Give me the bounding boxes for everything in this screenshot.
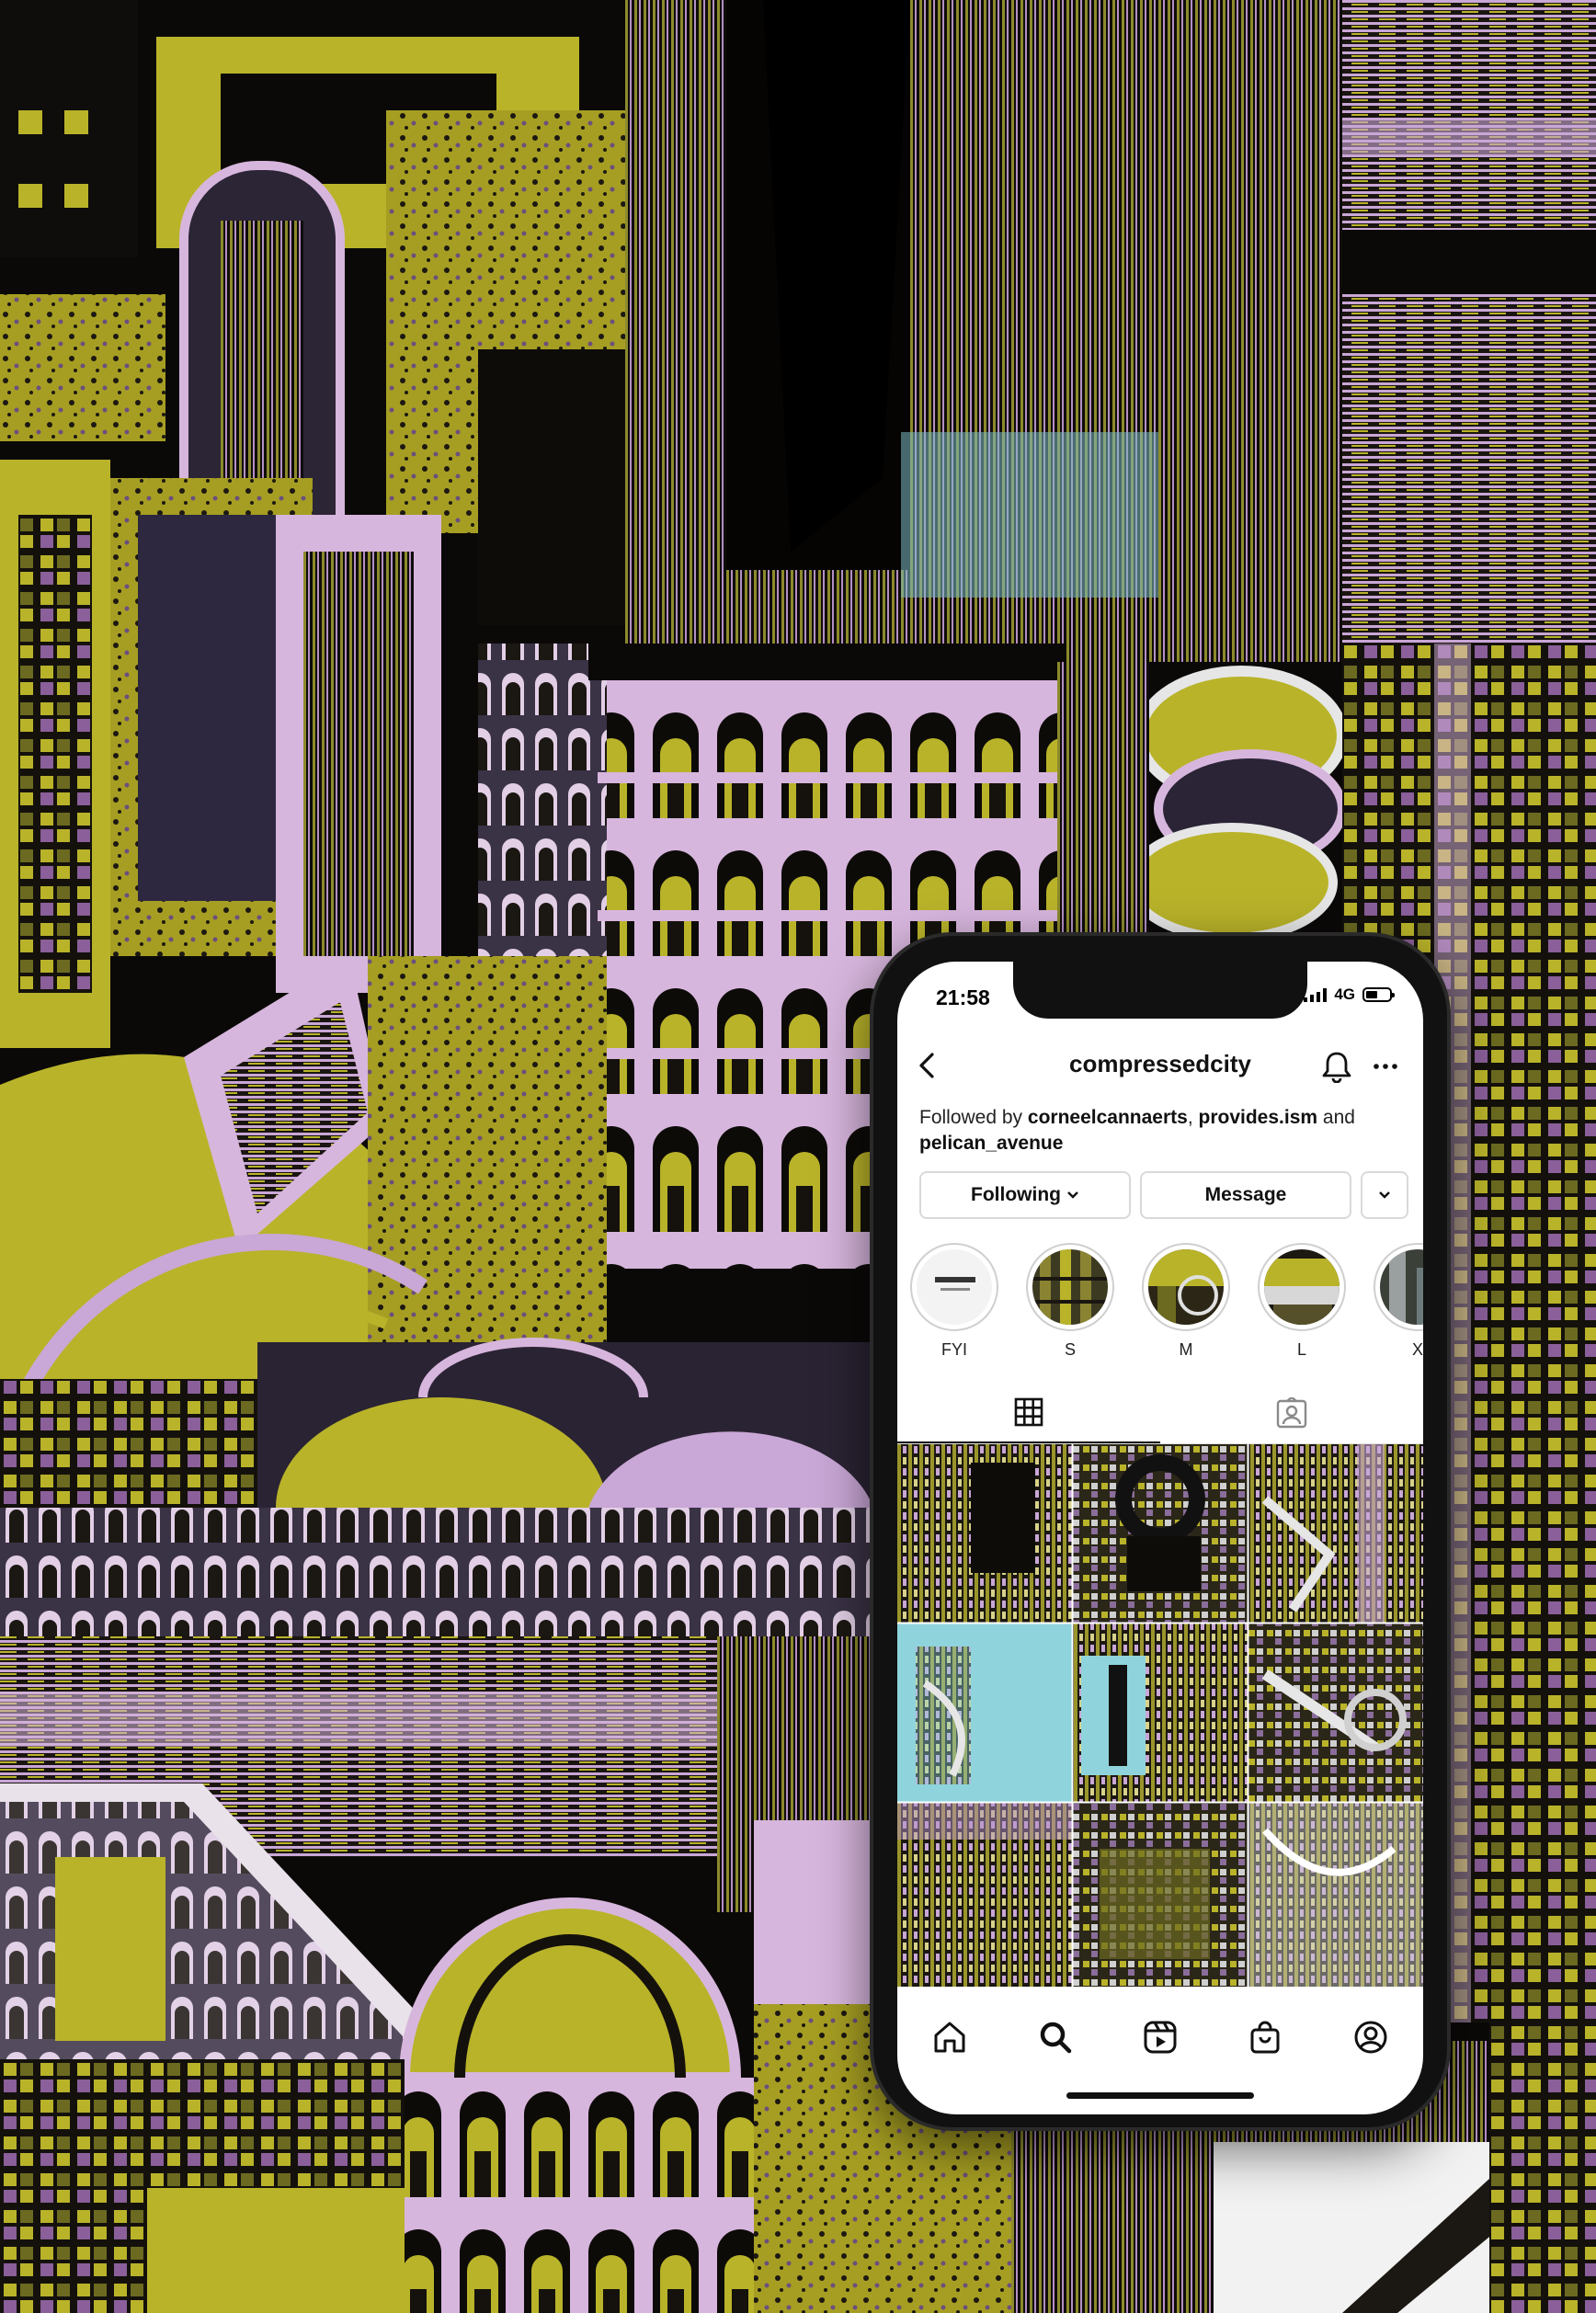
post-thumbnail[interactable] xyxy=(897,1803,1072,1987)
grid-icon xyxy=(1014,1397,1043,1427)
nav-reels[interactable] xyxy=(1133,2010,1188,2065)
post-thumbnail[interactable] xyxy=(1073,1444,1248,1623)
tab-posts-grid[interactable] xyxy=(897,1383,1160,1443)
highlight-l[interactable]: L xyxy=(1256,1243,1348,1360)
chevron-down-icon xyxy=(1067,1191,1078,1199)
signal-icon xyxy=(1304,987,1328,1002)
search-icon xyxy=(1040,2022,1071,2054)
follower-link-2[interactable]: provides.ism xyxy=(1199,1107,1318,1128)
status-indicators: 4G xyxy=(1304,986,1395,1004)
highlight-cover-image xyxy=(917,1249,992,1325)
message-button[interactable]: Message xyxy=(1140,1171,1351,1219)
profile-actions: Following Message xyxy=(919,1171,1408,1219)
followed-by-text: Followed by corneelcannaerts, provides.i… xyxy=(919,1105,1407,1156)
message-label: Message xyxy=(1204,1184,1287,1205)
highlight-label: S xyxy=(1064,1340,1076,1359)
suggested-dropdown-button[interactable] xyxy=(1361,1171,1408,1219)
nav-home[interactable] xyxy=(922,2010,977,2065)
highlight-label: M xyxy=(1179,1340,1193,1359)
chevron-down-icon xyxy=(1379,1191,1390,1199)
nav-search[interactable] xyxy=(1028,2010,1083,2065)
following-label: Following xyxy=(971,1184,1061,1205)
phone-screen: 21:58 4G compressedcity Followed by corn… xyxy=(897,962,1423,2114)
highlight-label: L xyxy=(1296,1340,1306,1359)
highlight-label: FYI xyxy=(940,1340,967,1359)
nav-profile[interactable] xyxy=(1343,2010,1398,2065)
followed-by-prefix: Followed by xyxy=(919,1107,1023,1128)
highlight-x[interactable]: X xyxy=(1372,1243,1423,1360)
home-icon xyxy=(934,2022,965,2053)
highlight-cover-image xyxy=(1032,1249,1108,1325)
highlight-cover-image xyxy=(1148,1249,1224,1325)
post-thumbnail[interactable] xyxy=(1248,1803,1423,1987)
post-thumbnail[interactable] xyxy=(1248,1624,1423,1802)
tagged-icon xyxy=(1276,1397,1307,1429)
highlight-cover-image xyxy=(1264,1249,1340,1325)
following-button[interactable]: Following xyxy=(919,1171,1131,1219)
follower-link-3[interactable]: pelican_avenue xyxy=(919,1133,1063,1154)
nav-shop[interactable] xyxy=(1237,2010,1293,2065)
home-indicator[interactable] xyxy=(1066,2092,1254,2099)
post-thumbnail[interactable] xyxy=(1073,1624,1248,1802)
post-thumbnail[interactable] xyxy=(897,1444,1072,1623)
highlight-s[interactable]: S xyxy=(1024,1243,1116,1360)
post-thumbnail[interactable] xyxy=(1248,1444,1423,1623)
profile-header: compressedcity xyxy=(897,1039,1423,1094)
shop-icon xyxy=(1250,2021,1280,2054)
reels-icon xyxy=(1144,2021,1177,2054)
highlight-m[interactable]: M xyxy=(1140,1243,1232,1360)
follower-link-1[interactable]: corneelcannaerts xyxy=(1028,1107,1188,1128)
bottom-navigation xyxy=(897,2000,1423,2074)
highlight-cover-image xyxy=(1380,1249,1423,1325)
phone-notch xyxy=(1013,962,1307,1019)
story-highlights: FYI S M L X xyxy=(897,1243,1423,1368)
posts-grid xyxy=(897,1444,1423,1987)
highlight-label: X xyxy=(1411,1340,1423,1359)
phone-mockup: 21:58 4G compressedcity Followed by corn… xyxy=(873,936,1447,2127)
post-thumbnail[interactable] xyxy=(1073,1803,1248,1987)
followed-by-separator: , xyxy=(1187,1107,1193,1128)
post-thumbnail[interactable] xyxy=(897,1624,1072,1802)
battery-icon xyxy=(1362,987,1395,1002)
more-options-icon[interactable] xyxy=(1372,1050,1399,1083)
tab-tagged[interactable] xyxy=(1160,1383,1423,1443)
followed-by-conjunction: and xyxy=(1322,1107,1355,1128)
bell-icon[interactable] xyxy=(1320,1050,1353,1083)
profile-tabs xyxy=(897,1383,1423,1444)
network-type: 4G xyxy=(1334,986,1355,1003)
highlight-fyi[interactable]: FYI xyxy=(908,1243,1000,1360)
profile-icon xyxy=(1354,2021,1387,2054)
status-time: 21:58 xyxy=(936,986,990,1009)
